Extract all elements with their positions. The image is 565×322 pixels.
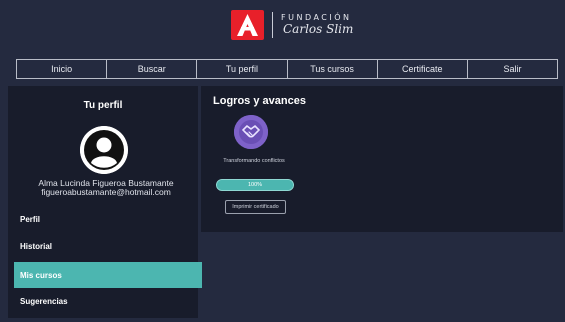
- sidebar-item-mis-cursos[interactable]: Mis cursos: [14, 262, 202, 288]
- fundacion-logo-icon[interactable]: [231, 10, 264, 40]
- header: FUNDACIÓN Carlos Slim: [0, 0, 565, 48]
- nav-buscar[interactable]: Buscar: [107, 60, 198, 78]
- nav-certificate[interactable]: Certificate: [378, 60, 468, 78]
- sidebar-item-sugerencias[interactable]: Sugerencias: [14, 288, 202, 314]
- sidebar-item-historial[interactable]: Historial: [14, 233, 202, 259]
- nav-tu-perfil[interactable]: Tu perfil: [197, 60, 288, 78]
- logo-divider: [272, 12, 273, 38]
- user-avatar-icon: [80, 126, 128, 174]
- sidebar-item-perfil[interactable]: Perfil: [14, 206, 202, 232]
- user-email: figueroabustamante@hotmail.com: [41, 187, 171, 197]
- brand-subtitle: Carlos Slim: [283, 22, 354, 36]
- main-nav: Inicio Buscar Tu perfil Tus cursos Certi…: [16, 59, 558, 79]
- print-certificate-button[interactable]: Imprimir certificado: [225, 200, 286, 214]
- nav-salir[interactable]: Salir: [468, 60, 557, 78]
- sidebar-title: Tu perfil: [83, 100, 123, 111]
- course-title: Transformando conflictos: [223, 158, 285, 164]
- brand-name: FUNDACIÓN: [281, 13, 352, 22]
- achievements-title: Logros y avances: [213, 95, 306, 107]
- handshake-badge-icon[interactable]: [234, 115, 268, 149]
- progress-percentage: 100%: [247, 182, 263, 188]
- course-progress-bar: 100%: [216, 179, 294, 191]
- nav-tus-cursos[interactable]: Tus cursos: [288, 60, 378, 78]
- profile-sidebar: Tu perfil Alma Lucinda Figueroa Bustaman…: [8, 86, 202, 318]
- nav-inicio[interactable]: Inicio: [17, 60, 108, 78]
